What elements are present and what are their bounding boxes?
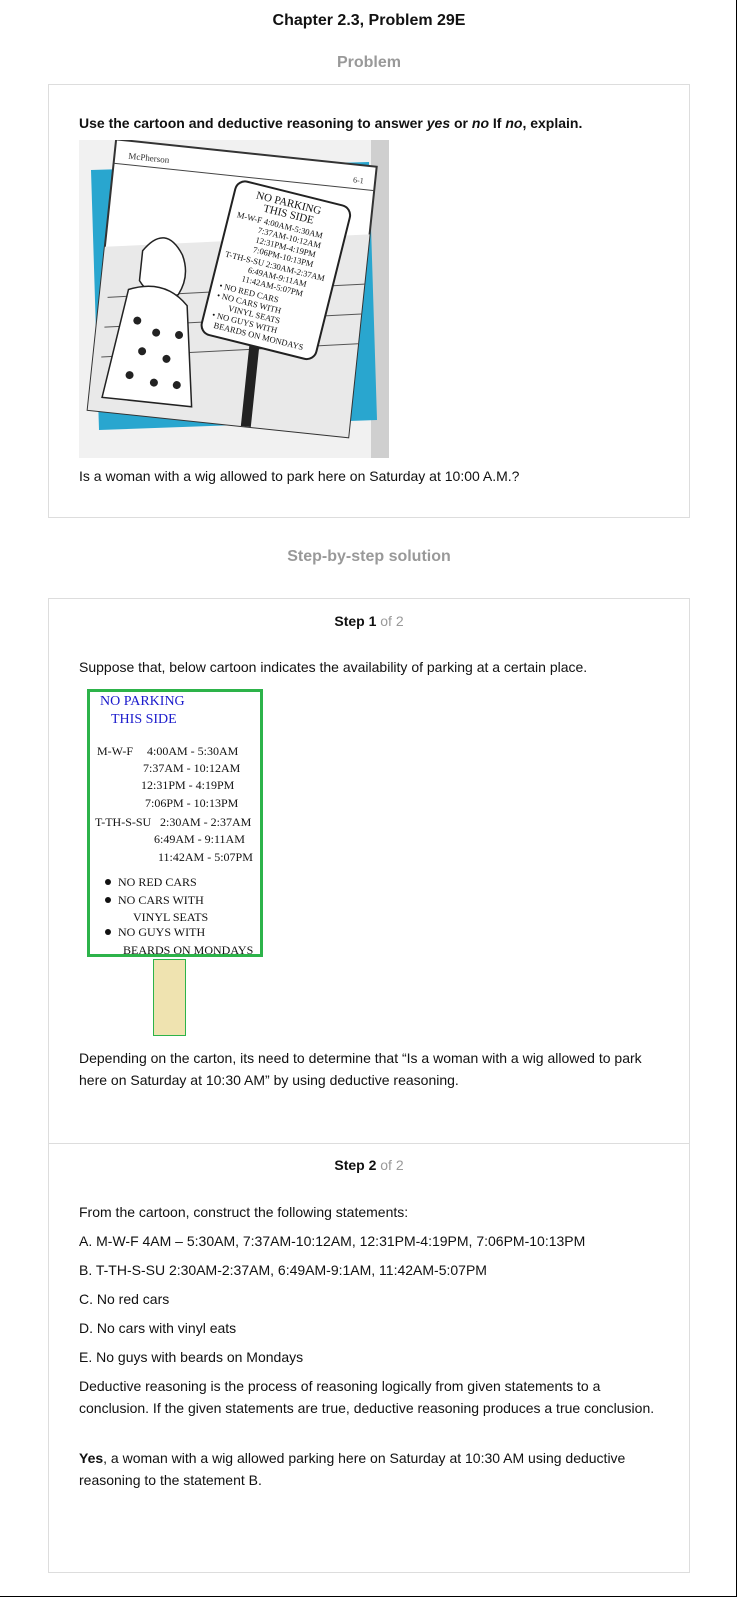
sign-mwf-time-3: 12:31PM - 4:19PM [141,778,235,792]
prompt-end: , explain. [522,115,583,131]
prompt-if: If [489,115,506,131]
solution-card: Step 1 of 2 Suppose that, below cartoon … [48,598,690,1573]
page-title: Chapter 2.3, Problem 29E [272,12,466,29]
step-1-header: Step 1 of 2 [49,613,689,629]
sign-mwf-time-1: 4:00AM - 5:30AM [147,744,239,758]
sign-post [153,959,186,1036]
step-1-label: Step 1 [334,613,377,629]
sign-heading-2: THIS SIDE [111,712,177,727]
prompt-text: Use the cartoon and deductive reasoning … [79,115,427,131]
cartoon-corner: 6-1 [353,175,365,185]
step-1-outro: Depending on the carton, its need to det… [79,1050,642,1088]
statement-b: B. T-TH-S-SU 2:30AM-2:37AM, 6:49AM-9:1AM… [79,1262,487,1278]
sign-tth-time-2: 6:49AM - 9:11AM [154,832,245,846]
step-divider [49,1143,689,1144]
sign-heading-1: NO PARKING [100,694,185,709]
sign-tth-time-3: 11:42AM - 5:07PM [158,850,253,864]
cartoon-image: McPherson 6-1 NO PARKING THIS SIDE M-W-F… [79,140,389,458]
answer-yes: Yes [79,1450,104,1466]
sign-rule-2a: NO CARS WITH [118,893,204,907]
step-2-count: of 2 [380,1157,404,1173]
statement-a: A. M-W-F 4AM – 5:30AM, 7:37AM-10:12AM, 1… [79,1233,586,1249]
prompt-no: no [471,115,489,131]
statement-d: D. No cars with vinyl eats [79,1320,237,1336]
prompt-yes: yes [426,115,451,131]
prompt-no-2: no [505,115,523,131]
sign-mwf-time-2: 7:37AM - 10:12AM [143,761,241,775]
step-1-intro: Suppose that, below cartoon indicates th… [79,659,588,675]
sign-mwf-label: M-W-F [97,744,133,758]
problem-heading: Problem [336,54,401,71]
statement-c: C. No red cars [79,1291,170,1307]
step-2-intro: From the cartoon, construct the followin… [79,1204,409,1220]
bullet-icon [105,929,111,935]
bullet-icon [105,897,111,903]
answer-text: , a woman with a wig allowed parking her… [79,1450,626,1488]
step-2-header: Step 2 of 2 [49,1157,689,1173]
problem-prompt: Use the cartoon and deductive reasoning … [79,115,582,131]
sign-rule-3a: NO GUYS WITH [118,925,206,939]
parking-sign: NO PARKING THIS SIDE M-W-F 4:00AM - 5:30… [87,689,263,957]
sign-mwf-time-4: 7:06PM - 10:13PM [145,796,239,810]
problem-question: Is a woman with a wig allowed to park he… [79,468,520,484]
prompt-or: or [450,115,472,131]
step-2-answer: Yes, a woman with a wig allowed parking … [79,1447,664,1491]
sign-rule-3b: BEARDS ON MONDAYS [123,943,254,957]
problem-card: Use the cartoon and deductive reasoning … [48,84,690,518]
statement-e: E. No guys with beards on Mondays [79,1349,304,1365]
deductive-definition: Deductive reasoning is the process of re… [79,1378,655,1416]
sign-rule-1: NO RED CARS [118,875,197,889]
sign-tth-time-1: 2:30AM - 2:37AM [160,815,252,829]
solution-heading: Step-by-step solution [287,548,451,565]
step-2-label: Step 2 [334,1157,377,1173]
sign-rule-2b: VINYL SEATS [133,910,209,924]
step-1-count: of 2 [380,613,404,629]
bullet-icon [105,879,111,885]
sign-tth-label: T-TH-S-SU [95,815,152,829]
